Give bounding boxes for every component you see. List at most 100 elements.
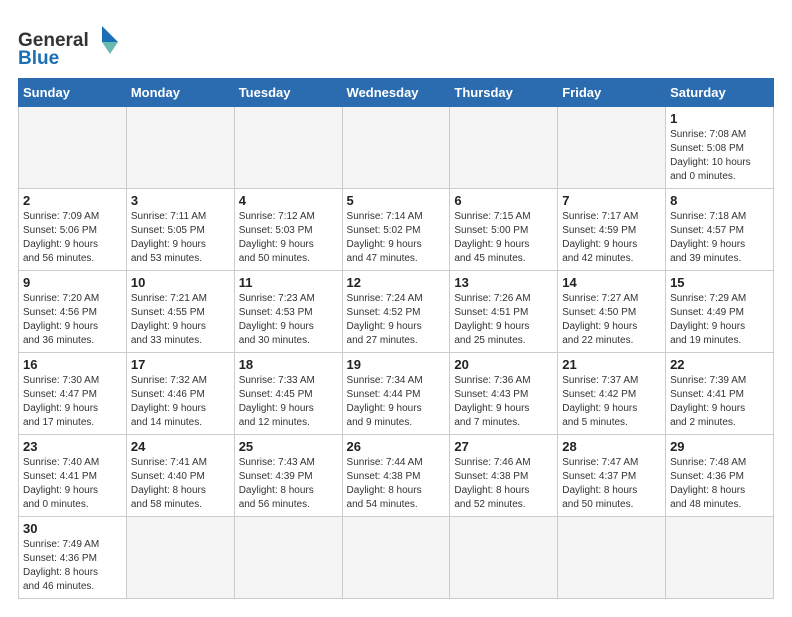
calendar: SundayMondayTuesdayWednesdayThursdayFrid… <box>18 78 774 599</box>
calendar-cell: 20 Sunrise: 7:36 AMSunset: 4:43 PMDayligh… <box>450 353 558 435</box>
day-info: Sunrise: 7:30 AMSunset: 4:47 PMDaylight:… <box>23 374 122 430</box>
logo: General Blue <box>18 18 128 66</box>
day-info: Sunrise: 7:18 AMSunset: 4:57 PMDaylight:… <box>670 210 769 266</box>
day-info: Sunrise: 7:32 AMSunset: 4:46 PMDaylight:… <box>131 374 230 430</box>
day-number: 12 <box>347 275 446 290</box>
day-number: 10 <box>131 275 230 290</box>
day-number: 15 <box>670 275 769 290</box>
day-number: 24 <box>131 439 230 454</box>
day-info: Sunrise: 7:14 AMSunset: 5:02 PMDaylight:… <box>347 210 446 266</box>
day-info: Sunrise: 7:37 AMSunset: 4:42 PMDaylight:… <box>562 374 661 430</box>
calendar-cell: 21 Sunrise: 7:37 AMSunset: 4:42 PMDayligh… <box>558 353 666 435</box>
calendar-cell: 17 Sunrise: 7:32 AMSunset: 4:46 PMDayligh… <box>126 353 234 435</box>
day-number: 18 <box>239 357 338 372</box>
calendar-header: SundayMondayTuesdayWednesdayThursdayFrid… <box>19 79 774 107</box>
day-info: Sunrise: 7:09 AMSunset: 5:06 PMDaylight:… <box>23 210 122 266</box>
day-info: Sunrise: 7:21 AMSunset: 4:55 PMDaylight:… <box>131 292 230 348</box>
calendar-cell <box>126 517 234 599</box>
day-number: 19 <box>347 357 446 372</box>
day-info: Sunrise: 7:08 AMSunset: 5:08 PMDaylight:… <box>670 128 769 184</box>
calendar-cell: 23Sunrise: 7:40 AMSunset: 4:41 PMDayligh… <box>19 435 127 517</box>
calendar-cell: 30 Sunrise: 7:49 AMSunset: 4:36 PMDayligh… <box>19 517 127 599</box>
day-info: Sunrise: 7:20 AMSunset: 4:56 PMDaylight:… <box>23 292 122 348</box>
calendar-cell: 3 Sunrise: 7:11 AMSunset: 5:05 PMDaylight… <box>126 189 234 271</box>
day-number: 8 <box>670 193 769 208</box>
day-info: Sunrise: 7:49 AMSunset: 4:36 PMDaylight:… <box>23 538 122 594</box>
day-number: 13 <box>454 275 553 290</box>
day-number: 28 <box>562 439 661 454</box>
day-info: Sunrise: 7:12 AMSunset: 5:03 PMDaylight:… <box>239 210 338 266</box>
header-day-friday: Friday <box>558 79 666 107</box>
calendar-cell: 25 Sunrise: 7:43 AMSunset: 4:39 PMDayligh… <box>234 435 342 517</box>
calendar-cell: 24 Sunrise: 7:41 AMSunset: 4:40 PMDayligh… <box>126 435 234 517</box>
day-number: 23 <box>23 439 122 454</box>
day-info: Sunrise: 7:47 AMSunset: 4:37 PMDaylight:… <box>562 456 661 512</box>
calendar-cell <box>234 107 342 189</box>
calendar-cell <box>558 517 666 599</box>
day-number: 3 <box>131 193 230 208</box>
calendar-cell: 2Sunrise: 7:09 AMSunset: 5:06 PMDaylight… <box>19 189 127 271</box>
calendar-cell <box>666 517 774 599</box>
day-number: 30 <box>23 521 122 536</box>
calendar-cell: 14 Sunrise: 7:27 AMSunset: 4:50 PMDayligh… <box>558 271 666 353</box>
calendar-cell <box>126 107 234 189</box>
calendar-cell: 4 Sunrise: 7:12 AMSunset: 5:03 PMDaylight… <box>234 189 342 271</box>
calendar-cell: 8 Sunrise: 7:18 AMSunset: 4:57 PMDaylight… <box>666 189 774 271</box>
day-number: 26 <box>347 439 446 454</box>
day-number: 20 <box>454 357 553 372</box>
week-row-0: 1 Sunrise: 7:08 AMSunset: 5:08 PMDaylight… <box>19 107 774 189</box>
header-day-thursday: Thursday <box>450 79 558 107</box>
day-number: 5 <box>347 193 446 208</box>
calendar-cell: 16 Sunrise: 7:30 AMSunset: 4:47 PMDayligh… <box>19 353 127 435</box>
calendar-cell: 22Sunrise: 7:39 AMSunset: 4:41 PMDayligh… <box>666 353 774 435</box>
calendar-cell <box>234 517 342 599</box>
page: General Blue SundayMondayTuesdayWednesda… <box>0 0 792 617</box>
day-info: Sunrise: 7:44 AMSunset: 4:38 PMDaylight:… <box>347 456 446 512</box>
calendar-cell: 6Sunrise: 7:15 AMSunset: 5:00 PMDaylight… <box>450 189 558 271</box>
day-number: 4 <box>239 193 338 208</box>
calendar-cell <box>450 107 558 189</box>
day-number: 22 <box>670 357 769 372</box>
calendar-cell: 15 Sunrise: 7:29 AMSunset: 4:49 PMDayligh… <box>666 271 774 353</box>
header-day-monday: Monday <box>126 79 234 107</box>
week-row-3: 16 Sunrise: 7:30 AMSunset: 4:47 PMDayligh… <box>19 353 774 435</box>
day-info: Sunrise: 7:34 AMSunset: 4:44 PMDaylight:… <box>347 374 446 430</box>
day-number: 11 <box>239 275 338 290</box>
calendar-cell: 13Sunrise: 7:26 AMSunset: 4:51 PMDayligh… <box>450 271 558 353</box>
day-info: Sunrise: 7:43 AMSunset: 4:39 PMDaylight:… <box>239 456 338 512</box>
header-day-saturday: Saturday <box>666 79 774 107</box>
day-info: Sunrise: 7:36 AMSunset: 4:43 PMDaylight:… <box>454 374 553 430</box>
day-info: Sunrise: 7:17 AMSunset: 4:59 PMDaylight:… <box>562 210 661 266</box>
day-number: 27 <box>454 439 553 454</box>
day-info: Sunrise: 7:27 AMSunset: 4:50 PMDaylight:… <box>562 292 661 348</box>
calendar-cell: 26 Sunrise: 7:44 AMSunset: 4:38 PMDayligh… <box>342 435 450 517</box>
day-number: 1 <box>670 111 769 126</box>
header-day-tuesday: Tuesday <box>234 79 342 107</box>
calendar-cell <box>558 107 666 189</box>
calendar-cell: 19 Sunrise: 7:34 AMSunset: 4:44 PMDayligh… <box>342 353 450 435</box>
day-number: 9 <box>23 275 122 290</box>
week-row-4: 23Sunrise: 7:40 AMSunset: 4:41 PMDayligh… <box>19 435 774 517</box>
week-row-2: 9 Sunrise: 7:20 AMSunset: 4:56 PMDaylight… <box>19 271 774 353</box>
day-number: 17 <box>131 357 230 372</box>
calendar-cell: 1 Sunrise: 7:08 AMSunset: 5:08 PMDaylight… <box>666 107 774 189</box>
header-day-sunday: Sunday <box>19 79 127 107</box>
svg-text:Blue: Blue <box>18 48 59 66</box>
day-info: Sunrise: 7:33 AMSunset: 4:45 PMDaylight:… <box>239 374 338 430</box>
day-number: 16 <box>23 357 122 372</box>
calendar-cell <box>342 517 450 599</box>
day-info: Sunrise: 7:41 AMSunset: 4:40 PMDaylight:… <box>131 456 230 512</box>
calendar-cell <box>19 107 127 189</box>
day-info: Sunrise: 7:29 AMSunset: 4:49 PMDaylight:… <box>670 292 769 348</box>
day-info: Sunrise: 7:15 AMSunset: 5:00 PMDaylight:… <box>454 210 553 266</box>
calendar-cell: 27Sunrise: 7:46 AMSunset: 4:38 PMDayligh… <box>450 435 558 517</box>
calendar-cell <box>450 517 558 599</box>
day-number: 29 <box>670 439 769 454</box>
calendar-body: 1 Sunrise: 7:08 AMSunset: 5:08 PMDaylight… <box>19 107 774 599</box>
day-info: Sunrise: 7:11 AMSunset: 5:05 PMDaylight:… <box>131 210 230 266</box>
day-number: 25 <box>239 439 338 454</box>
day-number: 21 <box>562 357 661 372</box>
day-number: 14 <box>562 275 661 290</box>
day-info: Sunrise: 7:24 AMSunset: 4:52 PMDaylight:… <box>347 292 446 348</box>
calendar-cell: 9 Sunrise: 7:20 AMSunset: 4:56 PMDaylight… <box>19 271 127 353</box>
